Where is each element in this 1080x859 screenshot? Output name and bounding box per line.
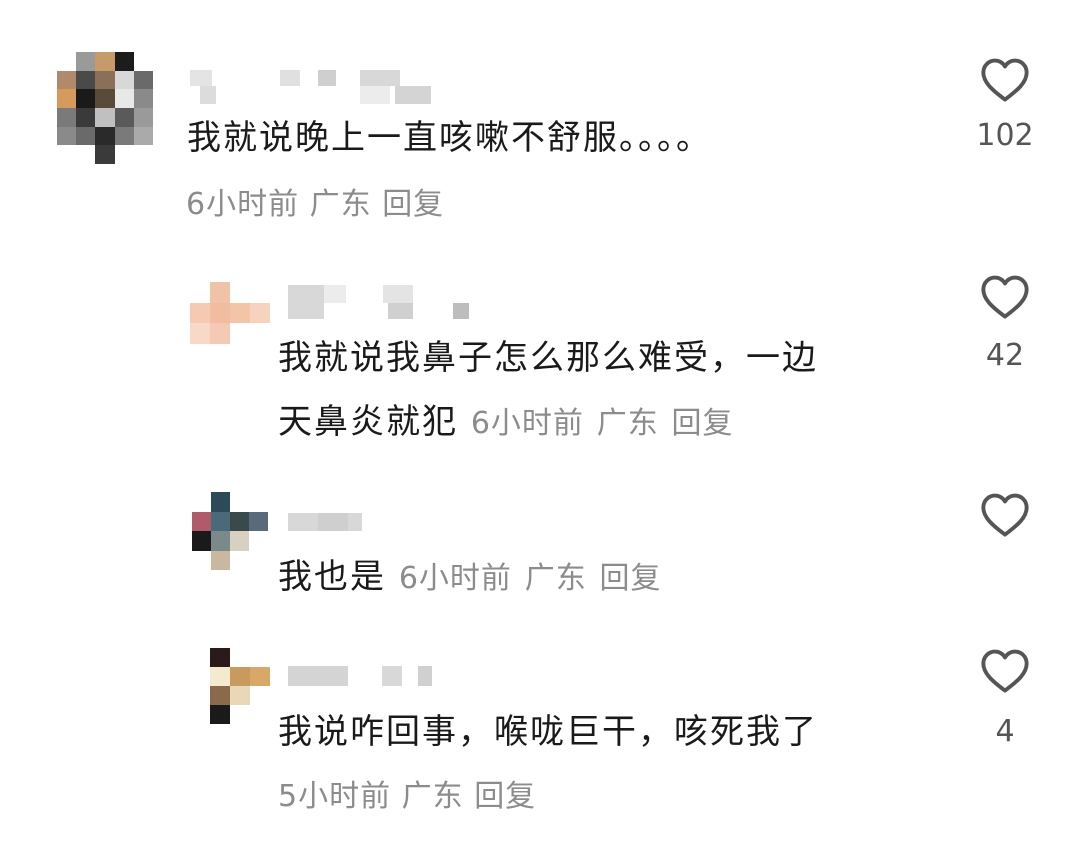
heart-outline-icon [981, 275, 1029, 319]
comment-row: 我也是 6小时前 广东 回复 [278, 545, 662, 611]
like-count: 102 [976, 118, 1034, 153]
like-button[interactable] [975, 272, 1035, 320]
comment-location: 广东 [524, 561, 587, 596]
reply-button[interactable]: 回复 [600, 561, 662, 596]
comment-meta: 5小时前 广东 回复 [278, 777, 536, 817]
heart-outline-icon [981, 493, 1029, 537]
comment-text-line2: 天鼻炎就犯 6小时前 广东 回复 [278, 390, 734, 456]
avatar[interactable] [57, 52, 153, 164]
reply-button[interactable]: 回复 [474, 779, 536, 814]
comment-text: 我就说我鼻子怎么那么难受，一边 [278, 338, 818, 378]
comment-location: 广东 [596, 406, 659, 441]
username-pixelated[interactable] [288, 513, 378, 547]
comment-time: 6小时前 [186, 187, 300, 222]
like-count: 42 [985, 338, 1025, 373]
comment-text: 我说咋回事，喉咙巨干，咳死我了 [278, 712, 818, 752]
like-count: 4 [995, 714, 1015, 749]
comment-text-cont: 天鼻炎就犯 [278, 402, 458, 442]
comment-location: 广东 [401, 779, 464, 814]
reply-button[interactable]: 回复 [672, 406, 734, 441]
heart-outline-icon [981, 649, 1029, 693]
avatar[interactable] [192, 492, 268, 570]
username-pixelated[interactable] [288, 285, 488, 319]
comment-location: 广东 [309, 187, 372, 222]
username-pixelated[interactable] [288, 666, 448, 700]
comment-text: 我也是 [278, 557, 386, 597]
comment-time: 6小时前 [470, 406, 584, 441]
like-button[interactable] [975, 490, 1035, 538]
comment-meta: 6小时前 广东 回复 [186, 185, 444, 225]
reply-button[interactable]: 回复 [382, 187, 444, 222]
avatar[interactable] [210, 648, 270, 724]
avatar[interactable] [190, 282, 270, 344]
comment-time: 6小时前 [398, 561, 512, 596]
comment-text: 我就说晚上一直咳嗽不舒服。。。。 [187, 118, 712, 158]
username-pixelated[interactable] [190, 70, 450, 104]
like-button[interactable] [975, 646, 1035, 694]
heart-outline-icon [981, 58, 1029, 102]
like-button[interactable] [975, 55, 1035, 103]
comment-time: 5小时前 [278, 779, 392, 814]
